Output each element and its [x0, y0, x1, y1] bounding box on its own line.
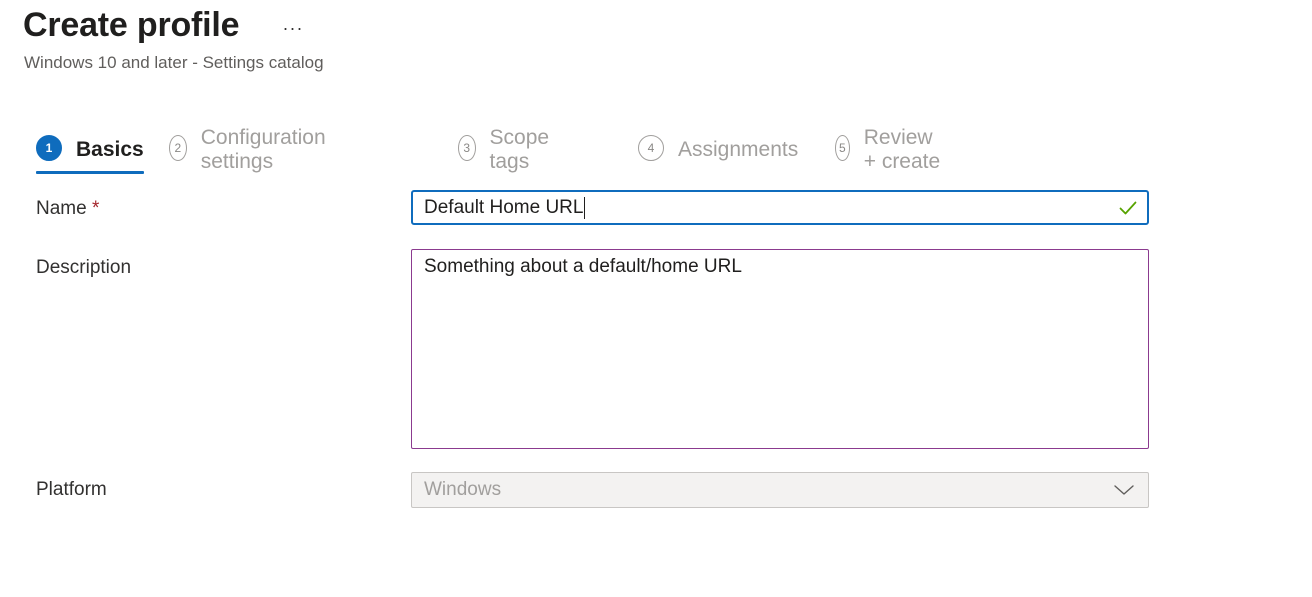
step-configuration-settings[interactable]: 2 Configuration settings [169, 126, 334, 173]
checkmark-icon [1118, 198, 1138, 223]
platform-select[interactable]: Windows [411, 472, 1149, 508]
required-marker: * [91, 198, 100, 219]
platform-select-value: Windows [424, 479, 502, 500]
step-assignments[interactable]: 4 Assignments [638, 130, 798, 172]
more-options-button[interactable]: ··· [279, 14, 307, 42]
text-caret [584, 196, 586, 219]
page-title: Create profile [23, 6, 240, 44]
chevron-down-icon [1113, 483, 1135, 502]
name-label: Name * [36, 198, 99, 220]
step-number: 2 [169, 135, 187, 161]
step-label: Configuration settings [200, 126, 326, 173]
step-label: Assignments [678, 138, 799, 161]
active-step-indicator [36, 171, 144, 174]
create-profile-page: Create profile ··· Windows 10 and later … [0, 0, 1312, 597]
step-label: Basics [76, 138, 144, 161]
step-review-create[interactable]: 5 Review + create [835, 126, 944, 173]
name-field-value: Default Home URL [424, 196, 584, 218]
description-field[interactable]: Something about a default/home URL [411, 249, 1149, 449]
step-number: 5 [835, 135, 850, 161]
step-scope-tags[interactable]: 3 Scope tags [458, 126, 558, 173]
step-number: 1 [36, 135, 62, 161]
name-field[interactable]: Default Home URL [411, 190, 1149, 225]
page-subtitle: Windows 10 and later - Settings catalog [24, 53, 324, 72]
step-label: Scope tags [489, 126, 550, 173]
step-label: Review + create [863, 126, 941, 173]
name-label-text: Name [36, 198, 87, 219]
platform-label: Platform [36, 479, 107, 500]
step-number: 4 [638, 135, 664, 161]
description-label: Description [36, 257, 132, 278]
step-basics[interactable]: 1 Basics [36, 130, 144, 174]
step-number: 3 [458, 135, 476, 161]
